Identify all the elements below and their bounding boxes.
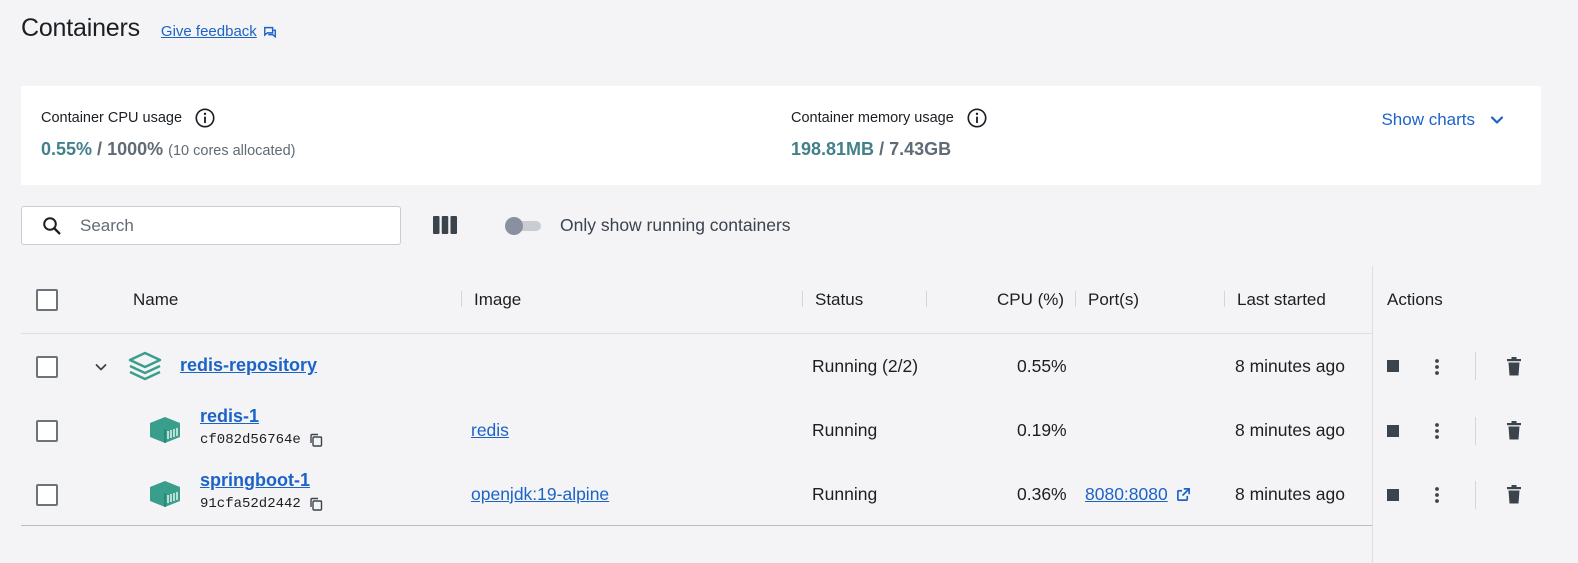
last-started-text: 8 minutes ago [1235,484,1345,504]
search-icon [43,216,61,234]
chevron-down-icon [1490,116,1504,124]
table-header: Name Image Status CPU (%) Port(s) Last s… [21,266,1541,334]
column-header-last-started[interactable]: Last started [1237,290,1326,310]
actions-column: Actions [1372,266,1541,563]
container-id: 91cfa52d2442 [200,496,323,512]
memory-used: 198.81MB [791,139,875,159]
column-divider[interactable] [802,291,803,307]
row-checkbox[interactable] [36,484,58,506]
external-link-icon [1176,488,1190,501]
containers-table: Name Image Status CPU (%) Port(s) Last s… [21,266,1541,563]
container-name-link[interactable]: redis-1 [200,406,259,427]
stop-icon[interactable] [1386,359,1400,373]
container-id-text: 91cfa52d2442 [200,496,301,512]
column-header-status[interactable]: Status [815,290,863,310]
cpu-value: 0.55% [1017,356,1067,376]
stop-icon[interactable] [1386,488,1400,502]
running-only-toggle[interactable] [505,217,543,235]
port-link[interactable]: 8080:8080 [1085,484,1191,505]
column-header-actions: Actions [1387,290,1443,309]
running-only-label: Only show running containers [560,215,791,235]
container-icon [150,481,180,507]
memory-total: 7.43GB [889,139,952,159]
page-title: Containers [21,14,140,42]
memory-usage-block: Container memory usage 198.81MB / 7.43GB [791,106,988,160]
memory-separator: / [874,139,890,159]
action-divider [1475,481,1476,509]
container-id-text: cf082d56764e [200,432,301,448]
search-input[interactable] [80,215,380,236]
more-icon[interactable] [1433,358,1441,376]
cpu-total: 1000% [107,139,164,159]
columns-icon[interactable] [431,214,459,236]
action-divider [1475,352,1476,380]
image-link[interactable]: redis [471,420,509,441]
table-row[interactable]: redis-1 cf082d56764e redis Running 0.19%… [21,398,1541,462]
usage-card: Container CPU usage 0.55% / 1000% (10 co… [21,86,1541,185]
row-checkbox[interactable] [36,420,58,442]
container-name-link[interactable]: springboot-1 [200,470,310,491]
cpu-value: 0.36% [1017,484,1067,504]
memory-usage-value: 198.81MB / 7.43GB [791,139,988,160]
search-box[interactable] [21,206,401,245]
stack-icon [128,351,162,381]
status-text: Running [812,484,878,504]
show-charts-label: Show charts [1381,110,1475,129]
column-header-name[interactable]: Name [133,290,178,310]
container-icon [150,417,180,443]
column-header-cpu[interactable]: CPU (%) [997,290,1064,310]
cpu-usage-value: 0.55% / 1000% (10 cores allocated) [41,139,295,160]
cpu-usage-label: Container CPU usage [41,110,183,126]
copy-icon[interactable] [309,497,323,511]
column-divider[interactable] [461,291,462,307]
select-all-checkbox[interactable] [36,289,58,311]
toolbar: Only show running containers [21,206,921,245]
cpu-used: 0.55% [41,139,93,159]
feedback-icon [263,26,276,38]
status-text: Running (2/2) [812,356,919,376]
status-text: Running [812,420,878,440]
trash-icon[interactable] [1506,485,1522,504]
more-icon[interactable] [1433,422,1441,440]
trash-icon[interactable] [1506,357,1522,376]
toggle-knob [505,217,523,235]
give-feedback-link[interactable]: Give feedback [161,23,277,40]
chevron-down-icon[interactable] [93,359,109,375]
cpu-separator: / [92,139,108,159]
more-icon[interactable] [1433,486,1441,504]
image-link[interactable]: openjdk:19-alpine [471,484,609,505]
table-row[interactable]: redis-repository Running (2/2) 0.55% 8 m… [21,334,1541,398]
trash-icon[interactable] [1506,421,1522,440]
column-divider[interactable] [1224,291,1225,307]
last-started-text: 8 minutes ago [1235,356,1345,376]
column-divider[interactable] [926,291,927,307]
stop-icon[interactable] [1386,424,1400,438]
action-divider [1475,417,1476,445]
cpu-usage-block: Container CPU usage 0.55% / 1000% (10 co… [41,106,295,160]
column-header-image[interactable]: Image [474,290,521,310]
cpu-value: 0.19% [1017,420,1067,440]
info-icon[interactable] [194,107,216,129]
cpu-cores: (10 cores allocated) [168,143,296,159]
column-header-ports[interactable]: Port(s) [1088,290,1139,310]
memory-usage-label: Container memory usage [791,110,954,126]
info-icon[interactable] [966,107,988,129]
last-started-text: 8 minutes ago [1235,420,1345,440]
port-text: 8080:8080 [1085,484,1168,504]
give-feedback-label: Give feedback [160,23,257,40]
container-id: cf082d56764e [200,432,323,448]
container-name-link[interactable]: redis-repository [180,355,317,376]
row-checkbox[interactable] [36,356,58,378]
column-divider[interactable] [1075,291,1076,307]
copy-icon[interactable] [309,433,323,447]
show-charts-button[interactable]: Show charts [1381,110,1507,130]
page-header: Containers Give feedback [21,14,277,43]
table-row[interactable]: springboot-1 91cfa52d2442 openjdk:19-alp… [21,462,1541,526]
